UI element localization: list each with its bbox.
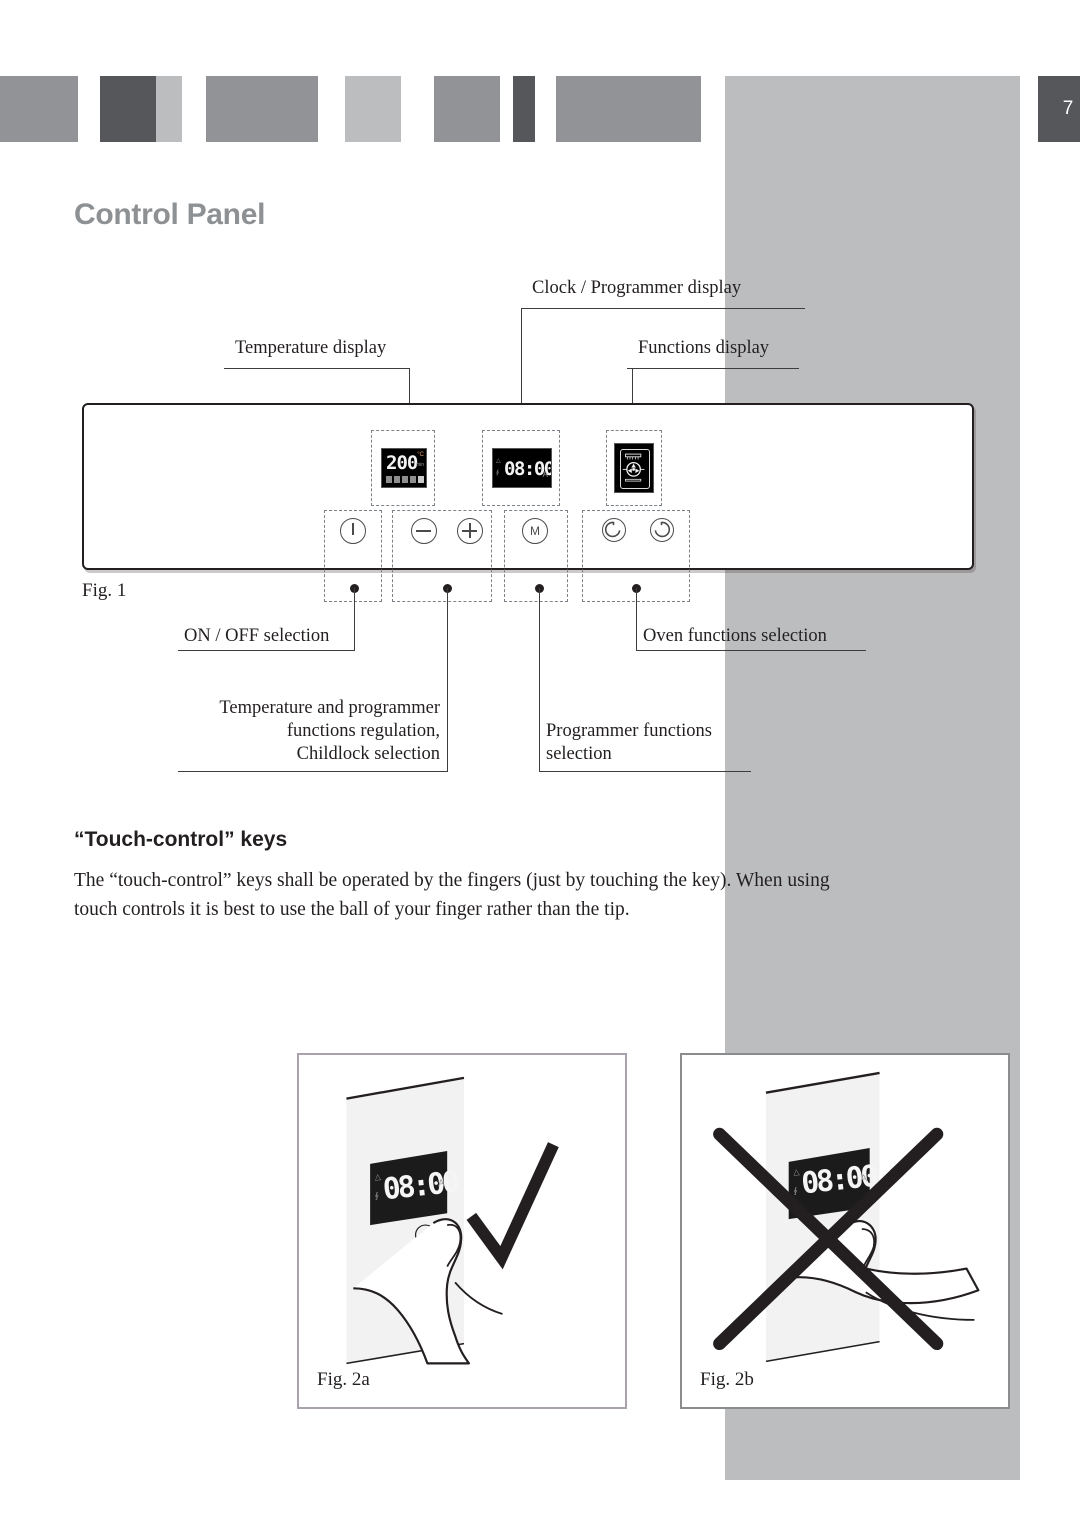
fan-oven-icon xyxy=(620,449,650,489)
callout-programmer-stem xyxy=(539,588,540,771)
clock-display: △ ∮ 08:00 A xyxy=(492,448,552,488)
header-bar-1 xyxy=(0,76,78,142)
touch-control-heading: “Touch-control” keys xyxy=(74,828,288,851)
fig-2a-caption: Fig. 2a xyxy=(317,1369,370,1390)
oven-function-left-key[interactable] xyxy=(602,518,626,542)
temperature-unit: °C xyxy=(417,452,424,458)
callout-on-off-stem xyxy=(354,588,355,650)
callout-functions-display-rule xyxy=(627,368,799,369)
power-icon xyxy=(352,523,354,535)
page-number: 7 xyxy=(1038,76,1080,142)
temperature-value: 200 xyxy=(386,452,418,474)
page-root: 7 Control Panel Clock / Programmer displ… xyxy=(0,0,1080,1532)
callout-regulation-rule xyxy=(178,771,448,772)
callout-on-off-rule xyxy=(178,650,355,651)
fig-2a-drawing: 08:00 △ ∮ A M xyxy=(346,1076,559,1365)
temperature-display: 200 °C min xyxy=(381,448,427,488)
header-bar-7 xyxy=(513,76,535,142)
fig-2b-caption: Fig. 2b xyxy=(700,1369,754,1390)
callout-clock-display: Clock / Programmer display xyxy=(532,278,742,298)
m-icon: M xyxy=(530,524,540,538)
header-bar-9 xyxy=(725,76,1020,142)
callout-regulation: Temperature and programmer functions reg… xyxy=(150,697,440,766)
plus-icon-vertical xyxy=(469,523,471,538)
callout-temperature-display: Temperature display xyxy=(235,338,387,358)
fig-1-caption: Fig. 1 xyxy=(82,580,127,601)
callout-oven-functions-stem xyxy=(636,588,637,650)
callout-programmer-line-2: selection xyxy=(546,744,612,764)
callout-regulation-line-3: Childlock selection xyxy=(296,744,440,764)
fig-2b: 08:00 △ ∮ A M Fig. 2b xyxy=(680,1053,1010,1409)
page-title: Control Panel xyxy=(74,198,266,231)
callout-programmer: Programmer functions selection xyxy=(546,720,712,766)
callout-oven-functions-rule xyxy=(636,650,866,651)
power-key[interactable] xyxy=(340,518,366,544)
fig-2a: 08:00 △ ∮ A M Fig. 2a xyxy=(297,1053,627,1409)
clock-bell-icon: △ xyxy=(496,457,501,464)
header-bar-3 xyxy=(156,76,182,142)
header-bar-2 xyxy=(100,76,163,142)
rotate-right-icon xyxy=(654,521,671,538)
callout-regulation-line-2: functions regulation, xyxy=(286,721,440,741)
header-bar-5 xyxy=(345,76,401,142)
callout-functions-display: Functions display xyxy=(638,338,770,358)
programmer-mode-key[interactable]: M xyxy=(522,518,548,544)
clock-auto-indicator: A xyxy=(542,470,548,479)
callout-oven-functions: Oven functions selection xyxy=(643,626,827,646)
touch-control-paragraph: The “touch-control” keys shall be operat… xyxy=(74,870,830,920)
temperature-secondary-unit: min xyxy=(415,462,424,468)
oven-control-panel: 200 °C min △ ∮ 08:00 A M xyxy=(82,403,974,602)
callout-clock-display-rule xyxy=(521,308,805,309)
minus-icon xyxy=(416,530,431,532)
functions-display xyxy=(614,443,654,493)
header-bar-8 xyxy=(556,76,701,142)
callout-on-off: ON / OFF selection xyxy=(184,626,330,646)
rotate-left-icon xyxy=(604,521,621,538)
fig-2b-drawing: 08:00 △ ∮ A M xyxy=(713,1071,980,1363)
plus-key[interactable] xyxy=(457,518,483,544)
minus-key[interactable] xyxy=(411,518,437,544)
clock-pot-icon: ∮ xyxy=(496,469,500,476)
temperature-indicator-strip xyxy=(386,476,424,483)
callout-regulation-line-1: Temperature and programmer xyxy=(219,698,440,718)
callout-regulation-stem xyxy=(447,588,448,771)
callout-programmer-line-1: Programmer functions xyxy=(546,721,712,741)
header-bar-4 xyxy=(206,76,318,142)
callout-programmer-rule xyxy=(539,771,751,772)
callout-temperature-display-rule xyxy=(224,368,410,369)
header-bar-6 xyxy=(434,76,500,142)
oven-function-right-key[interactable] xyxy=(650,518,674,542)
